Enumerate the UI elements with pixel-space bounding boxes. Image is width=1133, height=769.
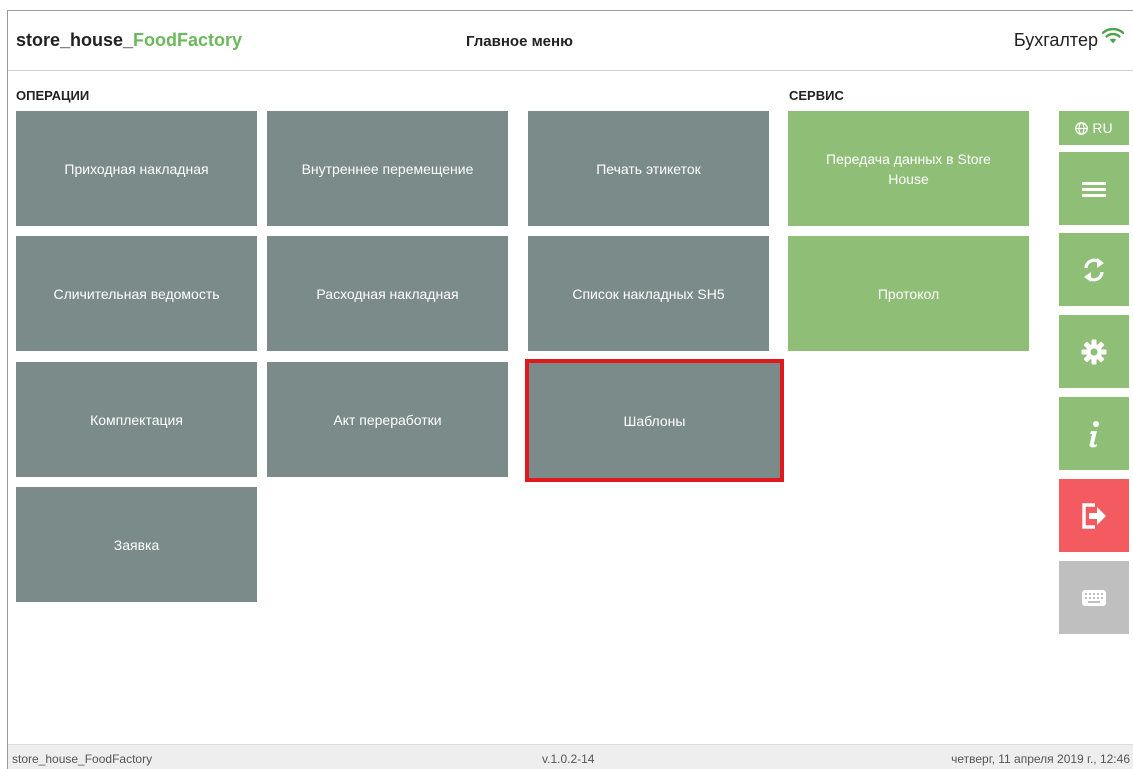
wifi-icon [1102,25,1124,47]
settings-button[interactable] [1059,315,1129,388]
footer-datetime: четверг, 11 апреля 2019 г., 12:46 [951,752,1130,766]
tile-request[interactable]: Заявка [16,487,257,602]
section-service-label: СЕРВИС [789,88,844,103]
user-role: Бухгалтер [1013,30,1098,50]
keyboard-button[interactable] [1059,561,1129,634]
brand-main-text: store_house_ [16,30,134,50]
menu-icon [1081,178,1107,200]
tile-internal-transfer[interactable]: Внутреннее перемещение [267,111,508,226]
tile-print-labels[interactable]: Печать этикеток [528,111,769,226]
tile-sh5-invoice-list[interactable]: Список накладных SH5 [528,236,769,351]
page-title: Главное меню [466,33,573,50]
section-operations-label: ОПЕРАЦИИ [16,88,90,103]
top-bar: store_house_FoodFactory Главное меню Бух… [8,11,1133,71]
globe-icon [1075,121,1089,135]
tile-templates[interactable]: Шаблоны [525,359,784,482]
keyboard-icon [1081,588,1107,608]
footer-app-name: store_house_FoodFactory [12,752,153,766]
footer-version: v.1.0.2-14 [542,752,595,766]
app-window: store_house_FoodFactory Главное меню Бух… [7,10,1133,769]
logout-button[interactable] [1059,479,1129,552]
tile-protocol[interactable]: Протокол [788,236,1029,351]
sync-icon [1080,255,1108,285]
tile-transfer-data[interactable]: Передача данных в Store House [788,111,1029,226]
info-icon [1085,419,1103,449]
tile-matching-statement[interactable]: Сличительная ведомость [16,236,257,351]
language-button[interactable]: RU [1059,111,1129,145]
tile-outgoing-invoice[interactable]: Расходная накладная [267,236,508,351]
app-brand: store_house_FoodFactory [16,30,242,51]
language-label: RU [1092,120,1113,136]
menu-button[interactable] [1059,152,1129,225]
status-bar: store_house_FoodFactory v.1.0.2-14 четве… [8,744,1133,769]
tile-incoming-invoice[interactable]: Приходная накладная [16,111,257,226]
sync-button[interactable] [1059,233,1129,306]
logout-icon [1081,502,1107,530]
info-button[interactable] [1059,397,1129,470]
gear-icon [1080,338,1108,366]
tile-processing-act[interactable]: Акт переработки [267,362,508,477]
tile-assembly[interactable]: Комплектация [16,362,257,477]
brand-accent-text: FoodFactory [133,30,243,50]
